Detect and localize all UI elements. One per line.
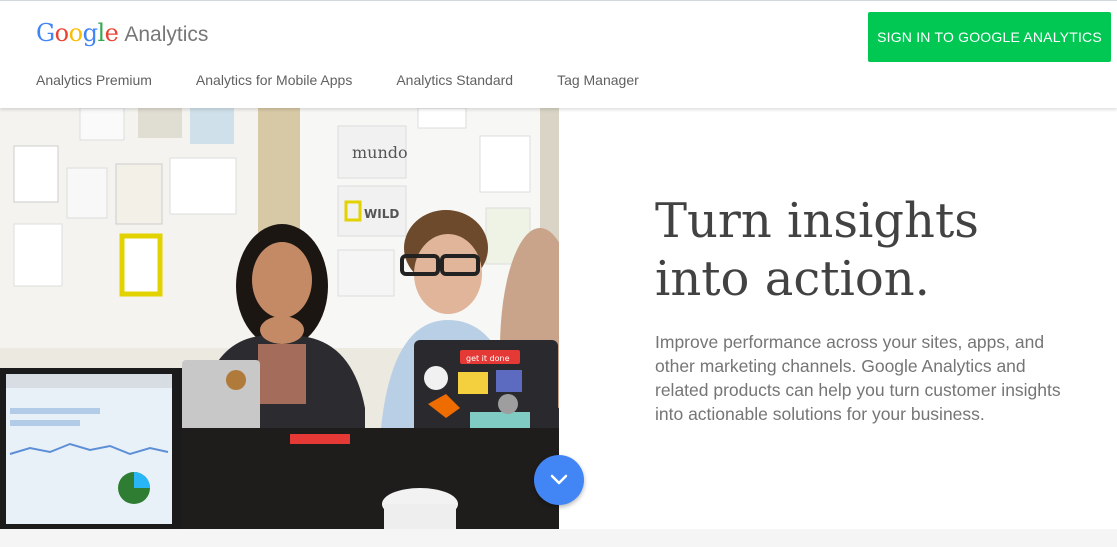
headline-line-1: Turn insights xyxy=(655,193,979,249)
nav-item-analytics-premium[interactable]: Analytics Premium xyxy=(36,72,152,88)
google-wordmark: Google xyxy=(36,19,119,47)
product-nav: Analytics Premium Analytics for Mobile A… xyxy=(36,72,683,88)
nav-item-tag-manager[interactable]: Tag Manager xyxy=(557,72,639,88)
hero-copy-panel: Turn insights into action. Improve perfo… xyxy=(559,108,1117,529)
office-team-photo: mundo WILD get it done xyxy=(0,108,559,529)
page-bottom-strip xyxy=(0,529,1117,547)
chevron-down-icon xyxy=(550,474,568,485)
nav-item-analytics-standard[interactable]: Analytics Standard xyxy=(396,72,513,88)
headline-line-2: into action. xyxy=(655,251,930,307)
poster-mundo: mundo xyxy=(352,143,408,162)
google-analytics-logo[interactable]: Google Analytics xyxy=(36,19,208,47)
site-header: Google Analytics Analytics Premium Analy… xyxy=(0,0,1117,108)
sticker-get-it-done: get it done xyxy=(466,354,510,363)
hero-description: Improve performance across your sites, a… xyxy=(655,332,1061,424)
hero-photo: mundo WILD get it done xyxy=(0,108,559,529)
hero-headline: Turn insights into action. xyxy=(655,192,1075,308)
product-name: Analytics xyxy=(124,23,209,46)
poster-wild: WILD xyxy=(364,207,399,221)
sign-in-button[interactable]: SIGN IN TO GOOGLE ANALYTICS xyxy=(868,12,1111,62)
nav-item-analytics-mobile-apps[interactable]: Analytics for Mobile Apps xyxy=(196,72,352,88)
scroll-down-button[interactable] xyxy=(534,455,584,505)
